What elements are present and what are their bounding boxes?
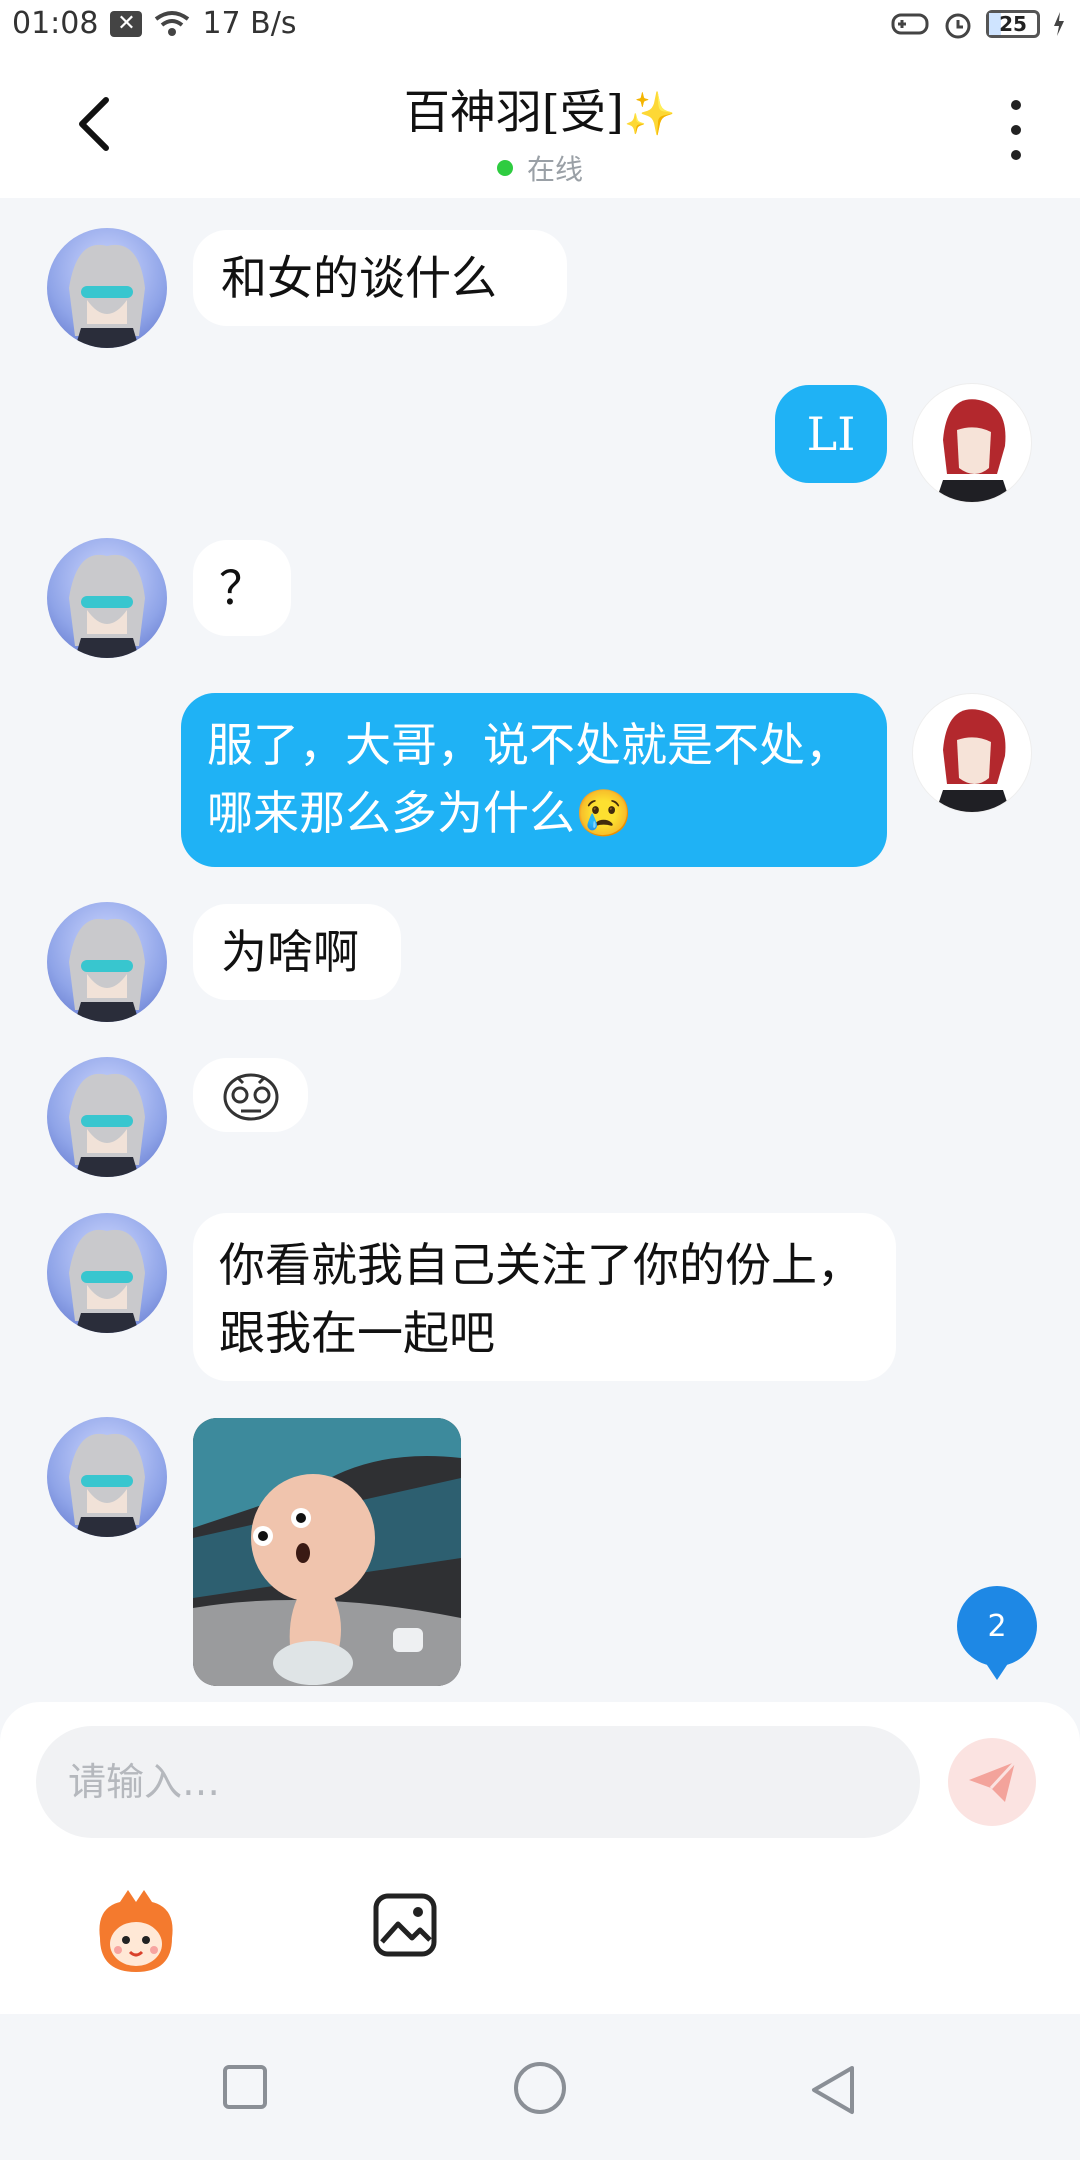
message-bubble[interactable]: 和女的谈什么 [193,230,567,326]
battery-icon: 25 [986,10,1040,38]
unread-count: 2 [987,1608,1007,1644]
contact-name: 百神羽[受]✨ [0,76,1080,142]
more-options-button[interactable] [996,100,1036,160]
message-bubble[interactable]: LI [775,385,887,483]
unread-count-badge[interactable]: 2 [957,1586,1037,1680]
contact-avatar-art [69,244,145,348]
contact-avatar-art [69,1229,145,1333]
online-dot-icon [496,160,513,176]
online-status: 在线 [0,148,1080,188]
network-speed: 17 B/s [202,6,297,41]
status-time: 01:08 [12,6,99,41]
message-input[interactable] [36,1726,920,1838]
sticker-message[interactable] [193,1058,308,1132]
image-icon [373,1893,437,1957]
my-avatar-art [935,399,1011,502]
contact-avatar[interactable] [47,538,167,658]
emoji-button[interactable] [92,1888,180,1976]
wifi-icon [155,10,190,36]
message-text: 服了，大哥，说不处就是不处，哪来那么多为什么😢 [207,718,851,840]
back-nav-button[interactable] [808,2064,856,2120]
send-button[interactable] [948,1738,1036,1826]
contact-avatar-art [69,554,145,658]
send-icon [969,1760,1017,1802]
message-text: ？ [219,561,265,615]
message-text: 你看就我自己关注了你的份上，跟我在一起吧 [219,1238,863,1360]
square-icon [223,2065,267,2109]
online-status-text: 在线 [526,153,583,186]
image-message[interactable] [193,1418,461,1686]
system-nav-bar [0,2014,1080,2160]
contact-avatar-art [69,918,145,1022]
recent-apps-button[interactable] [222,2064,268,2114]
triangle-back-icon [812,2066,854,2114]
emoji-mascot-icon [99,1890,173,1972]
message-bubble[interactable]: 为啥啊 [193,904,401,1000]
status-bar: 01:08 ✕ 17 B/s 25 [0,0,1080,56]
message-text: LI [806,407,856,461]
my-avatar[interactable] [912,383,1032,503]
notification-x-icon: ✕ [110,10,143,37]
contact-avatar[interactable] [47,228,167,348]
message-text: 和女的谈什么 [221,251,497,305]
meme-image [193,1418,461,1686]
image-picker-button[interactable] [372,1892,438,1958]
contact-avatar[interactable] [47,1417,167,1537]
my-avatar[interactable] [912,693,1032,813]
message-bubble[interactable]: ？ [193,540,291,636]
message-text: 为啥啊 [221,925,359,979]
contact-avatar-art [69,1073,145,1177]
more-vertical-icon [1011,100,1021,110]
page-title: 百神羽[受] [403,85,624,139]
contact-avatar-art [69,1433,145,1537]
contact-avatar[interactable] [47,1057,167,1177]
gamepad-icon [891,13,929,35]
crying-face-sticker-icon [223,1073,278,1121]
chat-header: 百神羽[受]✨ 在线 [0,56,1080,198]
contact-avatar[interactable] [47,902,167,1022]
circle-icon [514,2062,566,2114]
charging-icon [1054,12,1064,36]
message-bubble[interactable]: 你看就我自己关注了你的份上，跟我在一起吧 [193,1213,896,1381]
home-button[interactable] [512,2060,568,2120]
my-avatar-art [935,709,1011,812]
sparkle-emoji: ✨ [623,89,677,138]
message-bubble[interactable]: 服了，大哥，说不处就是不处，哪来那么多为什么😢 [181,693,887,867]
contact-avatar[interactable] [47,1213,167,1333]
alarm-icon [945,13,971,39]
